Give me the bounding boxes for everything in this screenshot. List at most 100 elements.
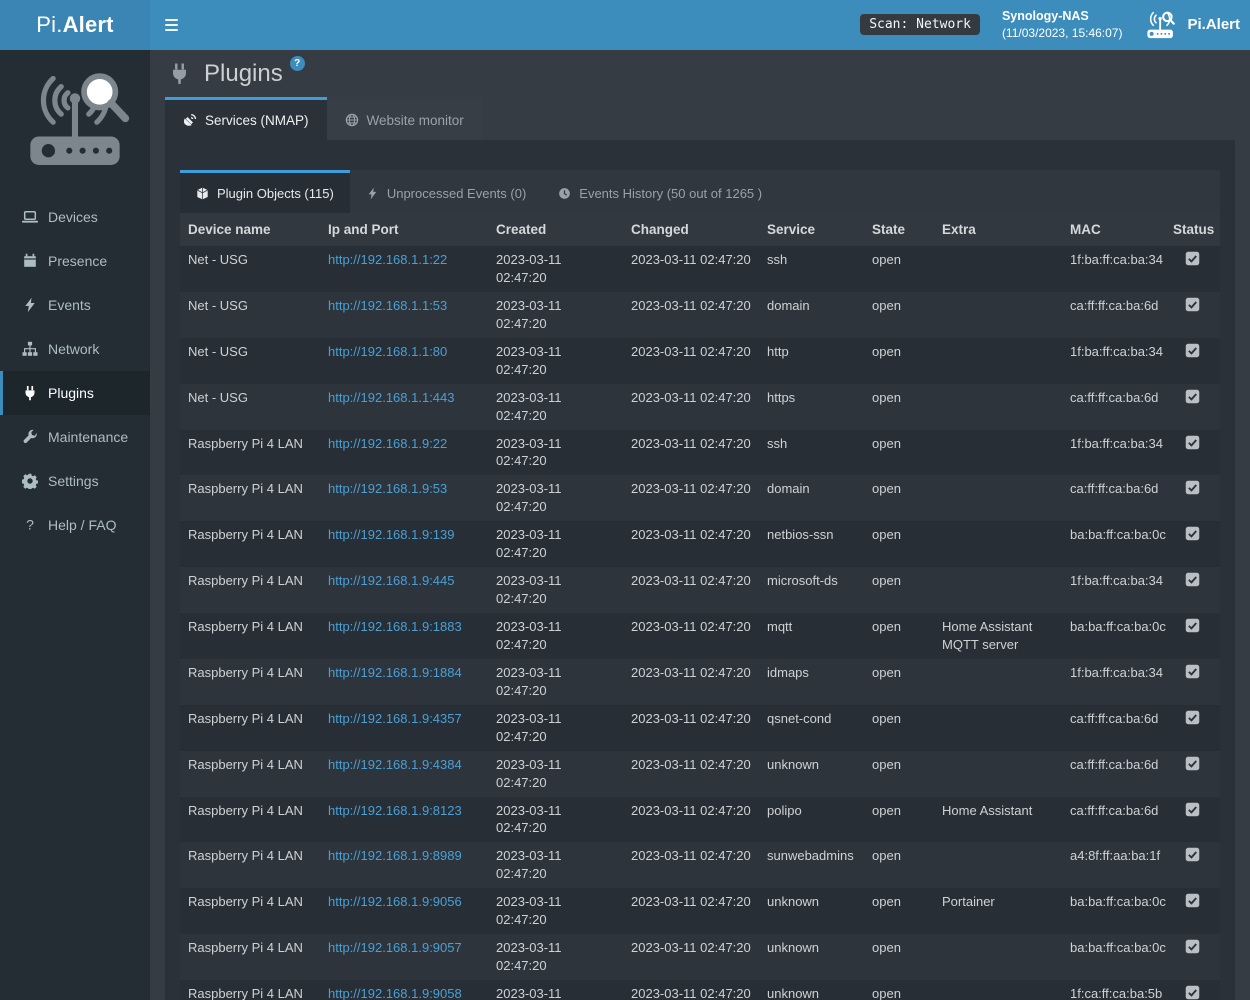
subtab-plugin-objects[interactable]: Plugin Objects (115)	[180, 170, 350, 213]
changed-cell: 2023-03-11 02:47:20	[623, 751, 759, 797]
sidebar-item-settings[interactable]: Settings	[0, 459, 150, 503]
ip-port-link[interactable]: http://192.168.1.9:139	[328, 527, 455, 542]
changed-cell: 2023-03-11 02:47:20	[623, 980, 759, 1000]
status-cell	[1165, 567, 1220, 613]
subtab-unprocessed-events[interactable]: Unprocessed Events (0)	[350, 170, 542, 213]
service-cell: unknown	[759, 934, 864, 980]
sidebar-item-help-faq[interactable]: Help / FAQ	[0, 503, 150, 547]
ip-port-cell: http://192.168.1.9:8123	[320, 797, 488, 843]
state-cell: open	[864, 384, 934, 430]
table-row: Raspberry Pi 4 LANhttp://192.168.1.9:222…	[180, 430, 1220, 476]
ip-port-link[interactable]: http://192.168.1.1:22	[328, 252, 447, 267]
sidebar-item-label: Network	[48, 341, 99, 357]
app-logo[interactable]: Pi.Alert	[0, 0, 150, 50]
ip-port-link[interactable]: http://192.168.1.1:443	[328, 390, 455, 405]
created-cell: 2023-03-11 02:47:20	[488, 292, 623, 338]
checked-checkbox-icon	[1185, 618, 1200, 633]
created-cell: 2023-03-11 02:47:20	[488, 567, 623, 613]
mac-cell: ca:ff:ff:ca:ba:6d	[1062, 751, 1165, 797]
created-cell: 2023-03-11 02:47:20	[488, 888, 623, 934]
ip-port-link[interactable]: http://192.168.1.9:9056	[328, 894, 462, 909]
column-header-changed[interactable]: Changed	[623, 213, 759, 246]
extra-cell	[934, 246, 1062, 292]
mac-cell: 1f:ca:ff:ca:ba:5b	[1062, 980, 1165, 1000]
subtab-label: Plugin Objects (115)	[217, 186, 334, 201]
sidebar-toggle-button[interactable]	[165, 18, 181, 32]
sidebar-item-label: Settings	[48, 473, 99, 489]
table-row: Net - USGhttp://192.168.1.1:532023-03-11…	[180, 292, 1220, 338]
device-name-cell: Net - USG	[180, 338, 320, 384]
sidebar-item-network[interactable]: Network	[0, 327, 150, 371]
sidebar-item-presence[interactable]: Presence	[0, 239, 150, 283]
created-cell: 2023-03-11 02:47:20	[488, 751, 623, 797]
ip-port-link[interactable]: http://192.168.1.9:53	[328, 481, 447, 496]
column-header-created[interactable]: Created	[488, 213, 623, 246]
column-header-mac[interactable]: MAC	[1062, 213, 1165, 246]
status-cell	[1165, 292, 1220, 338]
sidebar-item-devices[interactable]: Devices	[0, 195, 150, 239]
column-header-service[interactable]: Service	[759, 213, 864, 246]
ip-port-link[interactable]: http://192.168.1.9:445	[328, 573, 455, 588]
changed-cell: 2023-03-11 02:47:20	[623, 705, 759, 751]
extra-cell: Home Assistant	[934, 797, 1062, 843]
router-scan-icon	[1144, 9, 1178, 40]
sitemap-icon	[22, 341, 38, 357]
device-name-cell: Raspberry Pi 4 LAN	[180, 430, 320, 476]
ip-port-link[interactable]: http://192.168.1.1:80	[328, 344, 447, 359]
ip-port-cell: http://192.168.1.9:9056	[320, 888, 488, 934]
checked-checkbox-icon	[1185, 389, 1200, 404]
service-cell: ssh	[759, 246, 864, 292]
checked-checkbox-icon	[1185, 251, 1200, 266]
state-cell: open	[864, 338, 934, 384]
plug-icon	[22, 385, 38, 401]
ip-port-link[interactable]: http://192.168.1.9:8989	[328, 848, 462, 863]
table-row: Raspberry Pi 4 LANhttp://192.168.1.9:188…	[180, 613, 1220, 659]
subtab-label: Events History (50 out of 1265 )	[579, 186, 762, 201]
state-cell: open	[864, 934, 934, 980]
ip-port-cell: http://192.168.1.1:443	[320, 384, 488, 430]
status-cell	[1165, 888, 1220, 934]
globe-icon	[345, 113, 359, 127]
column-header-extra[interactable]: Extra	[934, 213, 1062, 246]
ip-port-link[interactable]: http://192.168.1.9:9058	[328, 986, 462, 1000]
sidebar-item-plugins[interactable]: Plugins	[0, 371, 150, 415]
ip-port-link[interactable]: http://192.168.1.9:22	[328, 436, 447, 451]
changed-cell: 2023-03-11 02:47:20	[623, 384, 759, 430]
column-header-device-name[interactable]: Device name	[180, 213, 320, 246]
mac-cell: 1f:ba:ff:ca:ba:34	[1062, 659, 1165, 705]
table-row: Raspberry Pi 4 LANhttp://192.168.1.9:898…	[180, 842, 1220, 888]
subtab-events-history[interactable]: Events History (50 out of 1265 )	[542, 170, 778, 213]
tab-services-nmap[interactable]: Services (NMAP)	[165, 97, 327, 140]
column-header-state[interactable]: State	[864, 213, 934, 246]
column-header-status[interactable]: Status	[1165, 213, 1220, 246]
ip-port-link[interactable]: http://192.168.1.9:9057	[328, 940, 462, 955]
tab-website-monitor[interactable]: Website monitor	[327, 97, 482, 140]
checked-checkbox-icon	[1185, 343, 1200, 358]
help-badge[interactable]: ?	[290, 56, 305, 71]
device-name-cell: Raspberry Pi 4 LAN	[180, 980, 320, 1000]
status-cell	[1165, 705, 1220, 751]
sidebar-item-events[interactable]: Events	[0, 283, 150, 327]
device-name-cell: Raspberry Pi 4 LAN	[180, 659, 320, 705]
column-header-ip-and-port[interactable]: Ip and Port	[320, 213, 488, 246]
extra-cell	[934, 521, 1062, 567]
mac-cell: ba:ba:ff:ca:ba:0c	[1062, 521, 1165, 567]
state-cell: open	[864, 705, 934, 751]
state-cell: open	[864, 980, 934, 1000]
ip-port-link[interactable]: http://192.168.1.9:1883	[328, 619, 462, 634]
state-cell: open	[864, 475, 934, 521]
sidebar-item-maintenance[interactable]: Maintenance	[0, 415, 150, 459]
created-cell: 2023-03-11 02:47:20	[488, 384, 623, 430]
ip-port-link[interactable]: http://192.168.1.9:8123	[328, 803, 462, 818]
ip-port-link[interactable]: http://192.168.1.9:4384	[328, 757, 462, 772]
tab-bar: Services (NMAP) Website monitor	[165, 97, 1235, 140]
ip-port-link[interactable]: http://192.168.1.1:53	[328, 298, 447, 313]
ip-port-link[interactable]: http://192.168.1.9:4357	[328, 711, 462, 726]
ip-port-link[interactable]: http://192.168.1.9:1884	[328, 665, 462, 680]
device-name-cell: Raspberry Pi 4 LAN	[180, 475, 320, 521]
created-cell: 2023-03-11 02:47:20	[488, 797, 623, 843]
created-cell: 2023-03-11 02:47:20	[488, 338, 623, 384]
subtab-label: Unprocessed Events (0)	[387, 186, 526, 201]
checked-checkbox-icon	[1185, 985, 1200, 1000]
table-row: Raspberry Pi 4 LANhttp://192.168.1.9:905…	[180, 934, 1220, 980]
